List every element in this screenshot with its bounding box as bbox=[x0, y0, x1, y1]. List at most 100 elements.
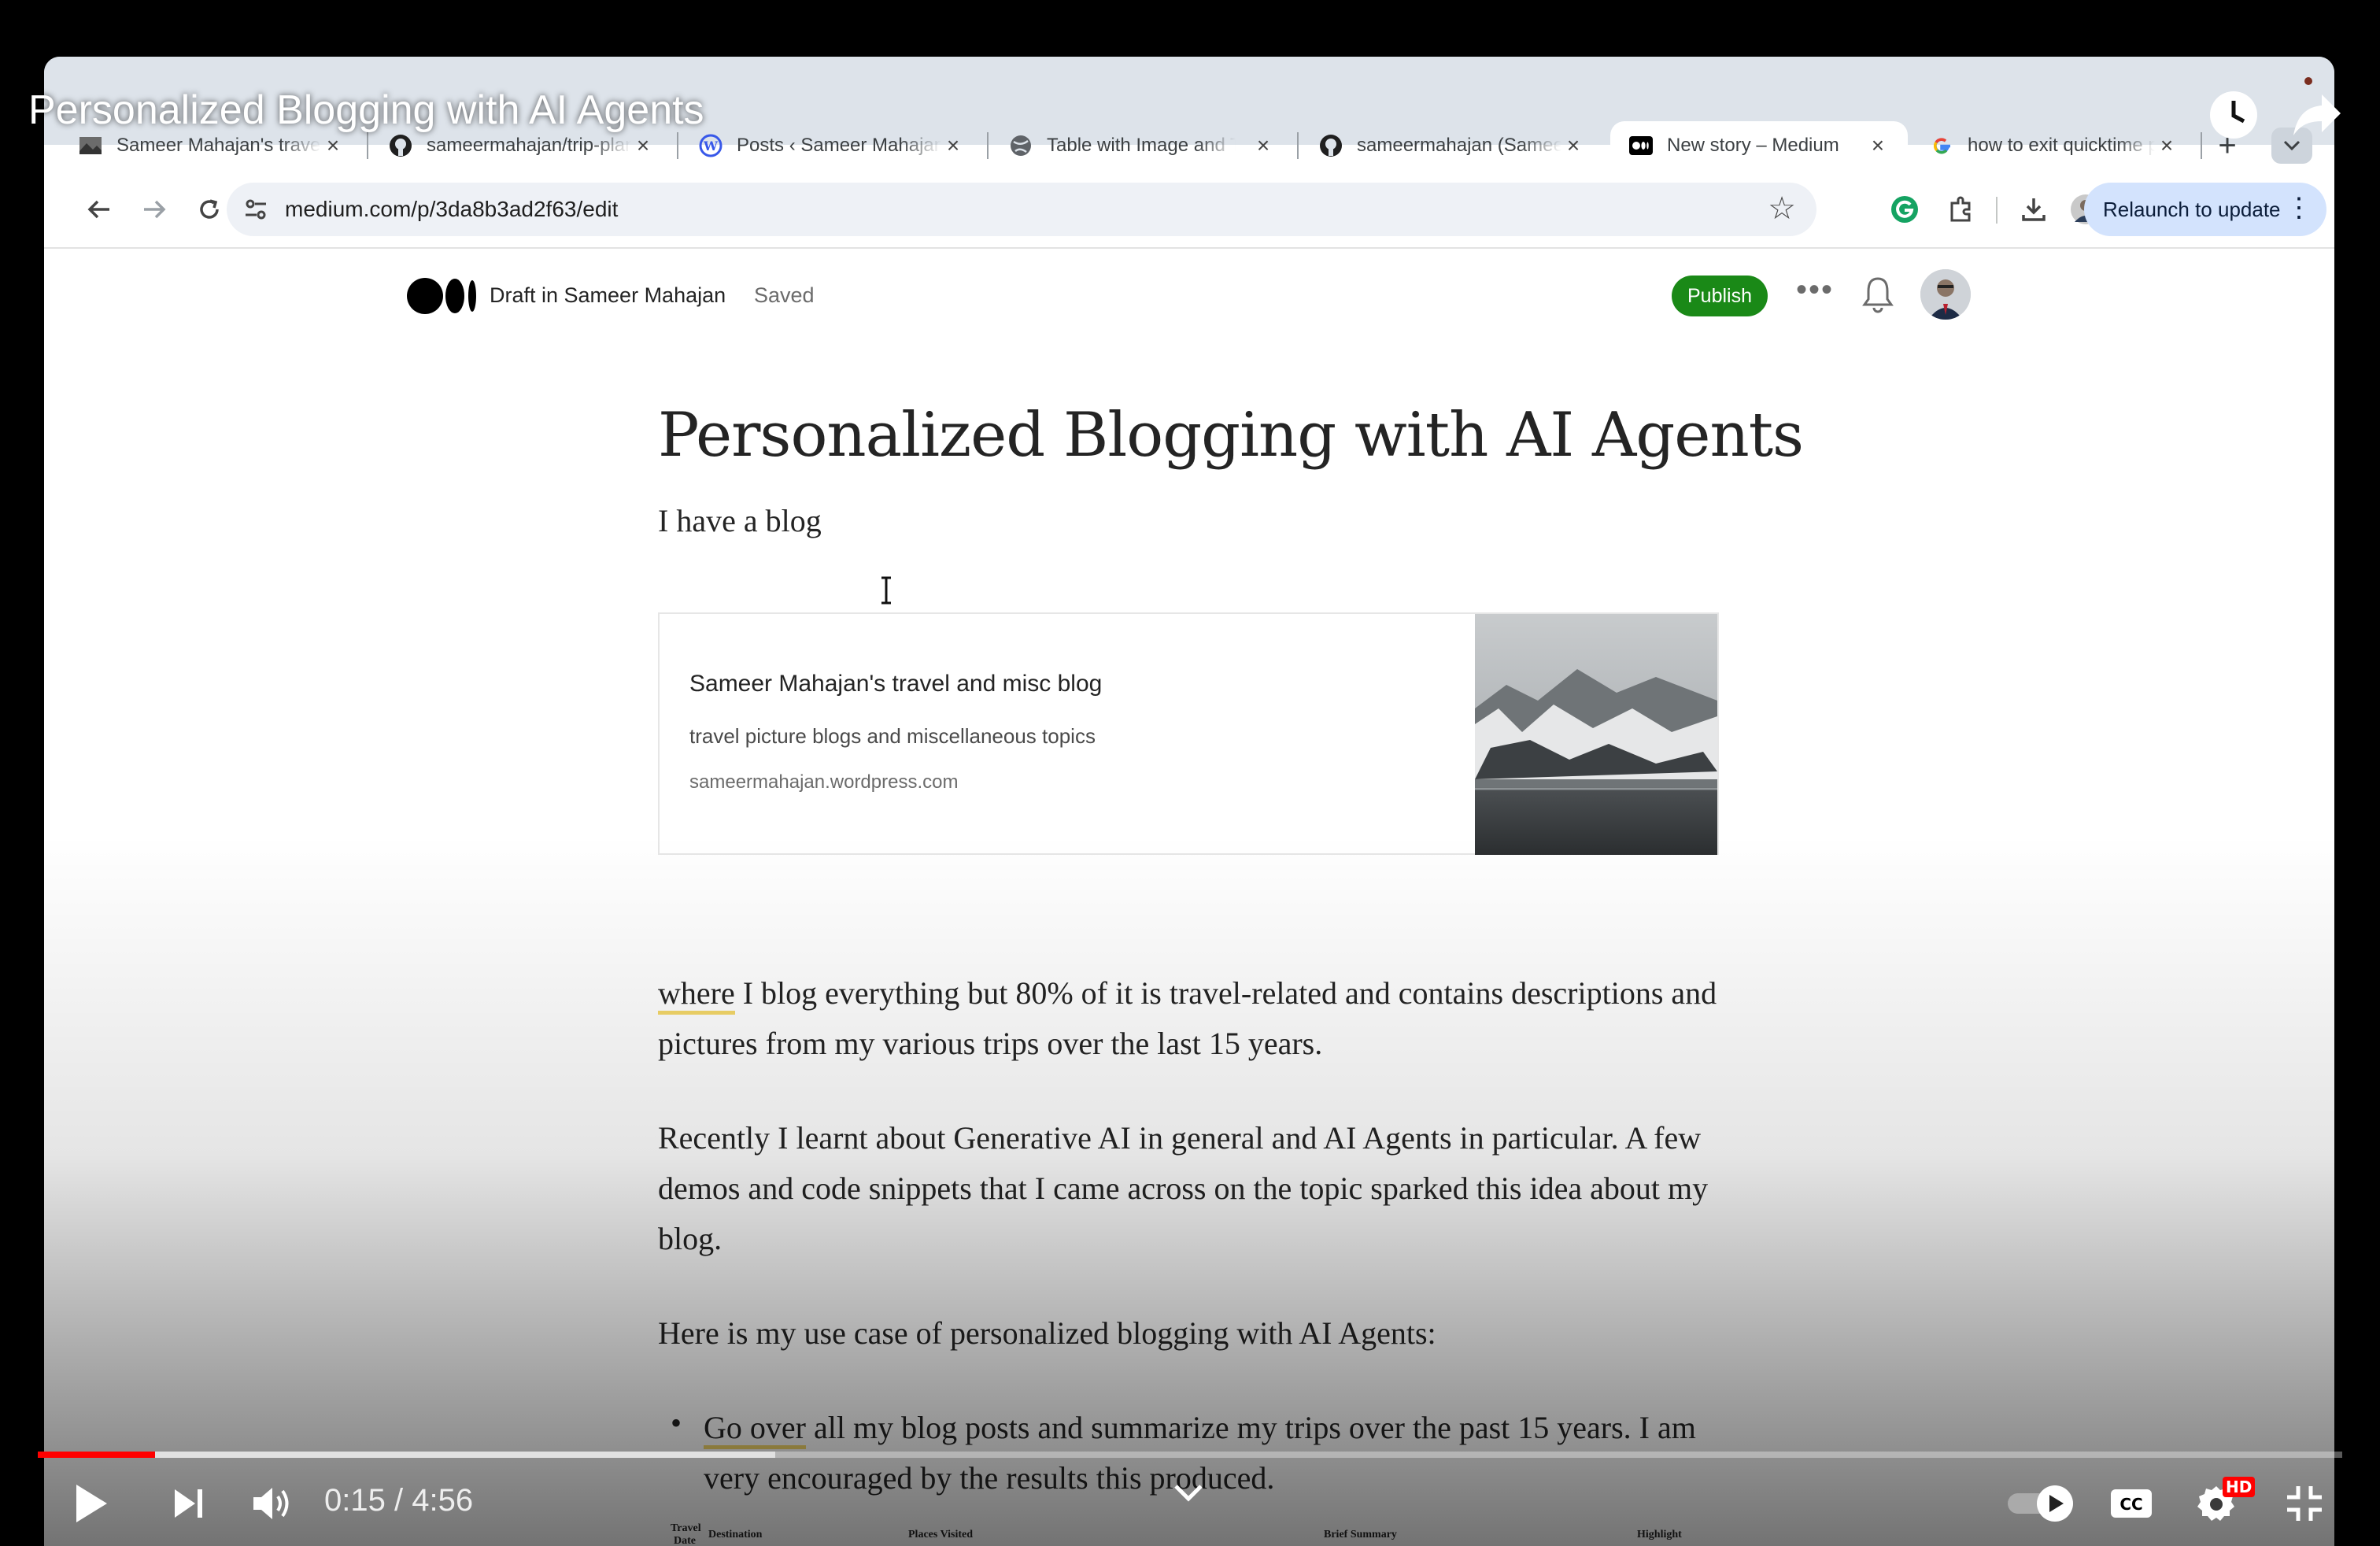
back-button[interactable] bbox=[79, 189, 120, 230]
medium-logo-icon[interactable] bbox=[406, 277, 479, 315]
settings-button[interactable]: HD bbox=[2193, 1477, 2256, 1529]
more-options-icon[interactable]: ••• bbox=[1796, 272, 1834, 308]
saved-status: Saved bbox=[754, 283, 815, 307]
reload-icon bbox=[200, 199, 219, 219]
arrow-left-icon bbox=[87, 200, 109, 219]
tab-divider bbox=[1297, 132, 1299, 159]
cc-icon: CC bbox=[2111, 1489, 2152, 1518]
tab-label: Table with Image and Text bbox=[1047, 135, 1236, 156]
skip-next-icon bbox=[175, 1489, 202, 1518]
captions-button[interactable]: CC bbox=[2106, 1483, 2156, 1524]
tab-label: New story – Medium bbox=[1667, 135, 1839, 156]
medium-editor-header: Draft in Sameer Mahajan Saved Publish ••… bbox=[44, 249, 2334, 351]
browser-window: Sameer Mahajan's travel and misc blog × … bbox=[44, 57, 2334, 1546]
tab-label: Sameer Mahajan's travel and misc blog bbox=[116, 135, 321, 156]
chevron-down-icon[interactable] bbox=[1170, 1478, 1207, 1507]
user-avatar[interactable] bbox=[1920, 269, 1971, 320]
tab-divider bbox=[677, 132, 678, 159]
close-icon[interactable]: × bbox=[941, 133, 965, 158]
github-icon bbox=[389, 134, 412, 157]
bookmark-star-icon[interactable]: ☆ bbox=[1768, 190, 1796, 227]
publish-button[interactable]: Publish bbox=[1672, 276, 1768, 316]
browser-toolbar: medium.com/p/3da8b3ad2f63/edit ☆ Relaunc… bbox=[44, 170, 2334, 249]
paragraph-1[interactable]: where I blog everything but 80% of it is… bbox=[658, 968, 1728, 1069]
play-icon bbox=[76, 1485, 107, 1522]
arrow-right-icon bbox=[144, 200, 166, 219]
status-dot bbox=[2304, 77, 2312, 85]
time-display: 0:15 / 4:56 bbox=[324, 1483, 473, 1518]
photo-favicon-icon bbox=[79, 134, 102, 157]
time-total: 4:56 bbox=[412, 1483, 474, 1518]
site-settings-icon bbox=[246, 199, 266, 220]
close-icon[interactable]: × bbox=[631, 133, 655, 158]
tab-wordpress-posts[interactable]: W Posts ‹ Sameer Mahajan's travel × bbox=[680, 121, 984, 170]
link-embed-card[interactable]: Sameer Mahajan's travel and misc blog tr… bbox=[658, 612, 1719, 855]
toolbar-divider bbox=[1996, 197, 1998, 224]
next-button[interactable] bbox=[165, 1481, 213, 1526]
reload-button[interactable] bbox=[189, 189, 230, 230]
medium-icon bbox=[1629, 134, 1653, 157]
forward-button[interactable] bbox=[134, 189, 175, 230]
extensions-button[interactable] bbox=[1939, 187, 1983, 231]
paragraph-2[interactable]: Recently I learnt about Generative AI in… bbox=[658, 1113, 1728, 1264]
embed-domain: sameermahajan.wordpress.com bbox=[689, 771, 959, 793]
url-text[interactable]: medium.com/p/3da8b3ad2f63/edit bbox=[285, 197, 618, 222]
avatar-photo-icon bbox=[1920, 269, 1971, 320]
bullet-marker: • bbox=[671, 1405, 682, 1441]
tab-medium-new-story[interactable]: New story – Medium × bbox=[1610, 121, 1908, 170]
address-bar[interactable]: medium.com/p/3da8b3ad2f63/edit ☆ bbox=[227, 183, 1816, 236]
tab-label: how to exit quicktime player bbox=[1968, 135, 2156, 156]
relaunch-label: Relaunch to update bbox=[2103, 197, 2281, 221]
chevron-down-icon bbox=[2283, 140, 2301, 151]
exit-fullscreen-icon bbox=[2287, 1486, 2322, 1521]
close-icon[interactable]: × bbox=[1561, 133, 1585, 158]
tab-github-profile[interactable]: sameermahajan (Sameer Mahajan) × bbox=[1300, 121, 1604, 170]
close-icon[interactable]: × bbox=[1867, 133, 1889, 158]
tab-table-image[interactable]: Table with Image and Text × bbox=[990, 121, 1294, 170]
globe-icon bbox=[1009, 134, 1033, 157]
kebab-menu-icon[interactable]: ⋮ bbox=[2286, 192, 2312, 224]
share-icon[interactable] bbox=[2292, 91, 2342, 139]
autoplay-toggle[interactable] bbox=[2004, 1480, 2079, 1527]
volume-button[interactable] bbox=[247, 1480, 298, 1527]
tab-google-search[interactable]: how to exit quicktime player × bbox=[1911, 121, 2197, 170]
progress-bar[interactable] bbox=[38, 1452, 2342, 1458]
grammarly-extension-button[interactable] bbox=[1883, 187, 1927, 231]
svg-text:CC: CC bbox=[2119, 1495, 2142, 1514]
embed-thumbnail-image bbox=[1475, 614, 1717, 855]
article-subtitle[interactable]: I have a blog bbox=[658, 502, 822, 539]
relaunch-to-update-button[interactable]: Relaunch to update ⋮ bbox=[2084, 183, 2326, 236]
paragraph-1-text: I blog everything but 80% of it is trave… bbox=[658, 975, 1717, 1061]
highlighted-word[interactable]: where bbox=[658, 975, 735, 1015]
autoplay-icon bbox=[2008, 1485, 2073, 1522]
tab-label: sameermahajan/trip-planner bbox=[427, 135, 631, 156]
svg-text:W: W bbox=[703, 139, 719, 153]
close-icon[interactable]: × bbox=[1251, 133, 1275, 158]
hint-highlight: Highlight bbox=[1637, 1529, 1682, 1540]
paragraph-3[interactable]: Here is my use case of personalized blog… bbox=[658, 1308, 1728, 1359]
grammarly-icon bbox=[1891, 196, 1918, 223]
exit-fullscreen-button[interactable] bbox=[2279, 1478, 2330, 1529]
hint-places-visited: Places Visited bbox=[908, 1529, 974, 1540]
tab-divider bbox=[2201, 132, 2202, 159]
time-current: 0:15 bbox=[324, 1483, 386, 1518]
tab-label: Posts ‹ Sameer Mahajan's travel bbox=[737, 135, 941, 156]
close-icon[interactable]: × bbox=[321, 133, 345, 158]
text-cursor-icon bbox=[881, 576, 891, 605]
play-button[interactable] bbox=[66, 1478, 116, 1529]
close-icon[interactable]: × bbox=[2155, 133, 2179, 158]
bell-icon[interactable] bbox=[1861, 276, 1895, 315]
wordpress-icon: W bbox=[699, 134, 722, 157]
hint-travel: Travel bbox=[671, 1522, 701, 1534]
article-title[interactable]: Personalized Blogging with AI Agents bbox=[658, 400, 1804, 471]
tab-divider bbox=[987, 132, 989, 159]
video-title[interactable]: Personalized Blogging with AI Agents bbox=[28, 87, 704, 134]
downloads-button[interactable] bbox=[2012, 187, 2056, 231]
highlighted-phrase[interactable]: Go over bbox=[704, 1410, 806, 1449]
hint-destination: Destination bbox=[708, 1529, 763, 1540]
time-separator: / bbox=[394, 1483, 404, 1518]
progress-played bbox=[38, 1452, 156, 1458]
draft-label: Draft in Sameer Mahajan bbox=[490, 283, 726, 307]
hint-brief-summary: Brief Summary bbox=[1324, 1529, 1397, 1540]
watch-later-icon[interactable] bbox=[2208, 90, 2259, 140]
